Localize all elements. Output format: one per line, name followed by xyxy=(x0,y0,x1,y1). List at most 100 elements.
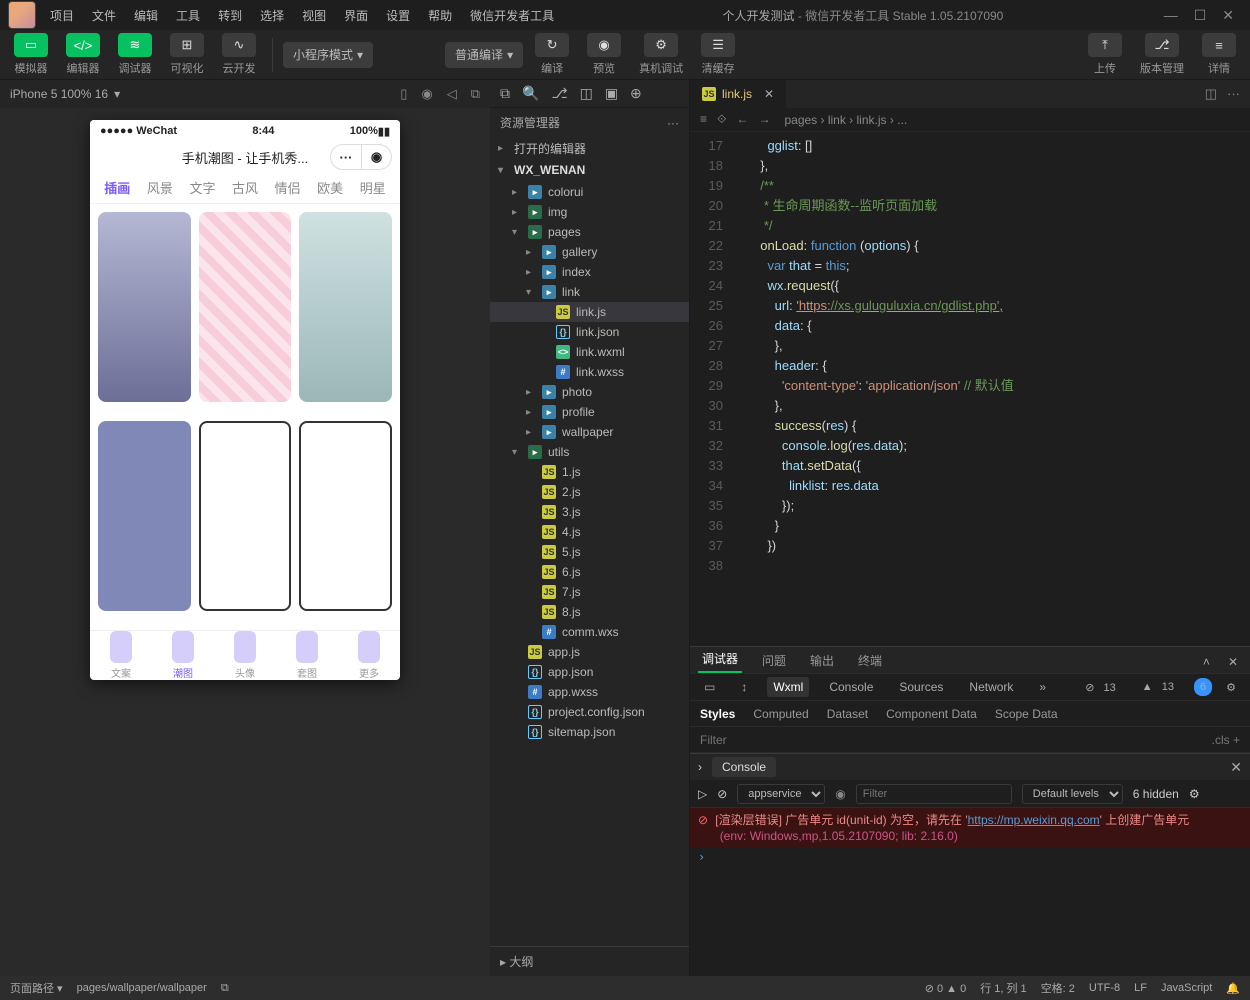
thumbnail[interactable] xyxy=(199,421,292,611)
copy-icon[interactable]: ⧉ xyxy=(471,86,480,102)
tree-item[interactable]: ▾▸utils xyxy=(490,442,689,462)
breadcrumb-path[interactable]: pages › link › link.js › ... xyxy=(784,113,907,127)
forward-icon[interactable]: → xyxy=(758,112,770,127)
more-panels-icon[interactable]: » xyxy=(1033,677,1052,697)
console-prompt[interactable]: › xyxy=(690,848,1250,866)
category-tab[interactable]: 文字 xyxy=(181,178,224,197)
inspect-icon[interactable]: ↕ xyxy=(735,677,753,697)
nav-item[interactable]: 头像 xyxy=(214,631,276,680)
category-tab[interactable]: 明星 xyxy=(351,178,394,197)
collapse-icon[interactable]: ˄ xyxy=(1199,651,1214,673)
project-root[interactable]: ▾WX_WENAN xyxy=(490,160,689,180)
app-mode-select[interactable]: 小程序模式▾ xyxy=(283,42,373,68)
upload-button[interactable]: ⤒上传 xyxy=(1082,31,1128,78)
menu-编辑[interactable]: 编辑 xyxy=(126,3,166,28)
close-icon[interactable]: ✕ xyxy=(1230,759,1242,775)
tree-item[interactable]: JS3.js xyxy=(490,502,689,522)
tree-item[interactable]: JS6.js xyxy=(490,562,689,582)
preview-button[interactable]: ◉预览 xyxy=(581,31,627,78)
tree-item[interactable]: JS1.js xyxy=(490,462,689,482)
code-editor[interactable]: 1718192021222324252627282930313233343536… xyxy=(690,132,1250,646)
copy-route-icon[interactable]: ⧉ xyxy=(221,982,229,995)
tree-item[interactable]: {}project.config.json xyxy=(490,702,689,722)
tree-item[interactable]: JS2.js xyxy=(490,482,689,502)
search-icon[interactable]: 🔍 xyxy=(522,85,539,102)
split-editor-icon[interactable]: ◫ xyxy=(1205,86,1217,102)
info-count[interactable]: 6 xyxy=(1194,678,1212,696)
thumbnail[interactable] xyxy=(98,421,191,611)
menu-界面[interactable]: 界面 xyxy=(336,3,376,28)
style-subtab[interactable]: Styles xyxy=(700,707,735,721)
close-icon[interactable]: ✕ xyxy=(1222,7,1234,24)
collapse-icon[interactable]: ≡ xyxy=(700,112,707,127)
user-avatar[interactable] xyxy=(8,1,36,29)
tree-item[interactable]: #app.wxss xyxy=(490,682,689,702)
debugger-tab[interactable]: 输出 xyxy=(806,648,838,673)
play-icon[interactable]: ▷ xyxy=(698,787,707,801)
language-label[interactable]: JavaScript xyxy=(1161,982,1212,994)
device-select[interactable]: iPhone 5 100% 16 xyxy=(10,87,108,101)
console-tab[interactable]: Console xyxy=(712,757,777,777)
clear-icon[interactable]: ⊘ xyxy=(717,787,727,801)
debugger-tab[interactable]: 调试器 xyxy=(698,646,742,673)
devtools-panel-tab[interactable]: Wxml xyxy=(767,677,809,697)
target-icon[interactable]: ◉ xyxy=(361,145,391,169)
nav-item[interactable]: 套图 xyxy=(276,631,338,680)
detail-button[interactable]: ≡详情 xyxy=(1196,31,1242,78)
gear-icon[interactable]: ⚙ xyxy=(1189,787,1200,801)
bell-icon[interactable]: 🔔 xyxy=(1226,982,1240,995)
version-button[interactable]: ⎇版本管理 xyxy=(1134,31,1190,78)
chevron-down-icon[interactable]: ▾ xyxy=(114,87,120,101)
context-select[interactable]: appservice xyxy=(737,784,825,804)
style-subtab[interactable]: Dataset xyxy=(827,707,868,721)
levels-select[interactable]: Default levels xyxy=(1022,784,1123,804)
git-icon[interactable]: ⎇ xyxy=(551,85,567,102)
tree-item[interactable]: JS8.js xyxy=(490,602,689,622)
error-count[interactable]: ⊘ 13 xyxy=(1079,678,1128,697)
category-tab[interactable]: 古风 xyxy=(224,178,267,197)
inspect-icon[interactable]: ▭ xyxy=(698,677,721,697)
compile-mode-select[interactable]: 普通编译▾ xyxy=(445,42,523,68)
code-body[interactable]: gglist: [] }, /** * 生命周期函数--监听页面加载 */ on… xyxy=(745,132,1250,646)
tree-item[interactable]: ▸▸colorui xyxy=(490,182,689,202)
tree-item[interactable]: #link.wxss xyxy=(490,362,689,382)
minimize-icon[interactable]: — xyxy=(1164,7,1178,24)
encoding-label[interactable]: UTF-8 xyxy=(1089,982,1120,994)
category-tab[interactable]: 风景 xyxy=(139,178,182,197)
menu-文件[interactable]: 文件 xyxy=(84,3,124,28)
devtools-panel-tab[interactable]: Sources xyxy=(893,677,949,697)
nav-item[interactable]: 文案 xyxy=(90,631,152,680)
close-icon[interactable]: ✕ xyxy=(1224,651,1242,673)
filter-input[interactable] xyxy=(700,733,855,747)
menu-设置[interactable]: 设置 xyxy=(378,3,418,28)
devtools-panel-tab[interactable]: Console xyxy=(823,677,879,697)
tree-item[interactable]: ▸▸wallpaper xyxy=(490,422,689,442)
category-tab[interactable]: 插画 xyxy=(96,178,139,197)
phone-capsule[interactable]: ··· ◉ xyxy=(330,144,392,170)
maximize-icon[interactable]: ☐ xyxy=(1194,7,1207,24)
issues-icons[interactable]: ⊘ 0 ▲ 0 xyxy=(925,982,967,995)
menu-项目[interactable]: 项目 xyxy=(42,3,82,28)
tree-item[interactable]: {}link.json xyxy=(490,322,689,342)
editor-button[interactable]: </>编辑器 xyxy=(60,31,106,78)
thumbnail[interactable] xyxy=(199,212,292,402)
record-icon[interactable]: ◉ xyxy=(421,86,432,102)
menu-选择[interactable]: 选择 xyxy=(252,3,292,28)
tree-item[interactable]: {}sitemap.json xyxy=(490,722,689,742)
tree-item[interactable]: ▸▸img xyxy=(490,202,689,222)
real-device-button[interactable]: ⚙真机调试 xyxy=(633,31,689,78)
route-label[interactable]: 页面路径 ▾ xyxy=(10,980,63,996)
tree-item[interactable]: ▸▸profile xyxy=(490,402,689,422)
hidden-count[interactable]: 6 hidden xyxy=(1133,787,1179,801)
menu-icon[interactable]: ··· xyxy=(331,145,361,169)
cursor-position[interactable]: 行 1, 列 1 xyxy=(980,980,1026,996)
thumbnail[interactable] xyxy=(98,212,191,402)
style-subtab[interactable]: Scope Data xyxy=(995,707,1058,721)
outline-section[interactable]: ▸ 大纲 xyxy=(490,946,689,976)
error-link[interactable]: https://mp.weixin.qq.com xyxy=(968,813,1100,827)
thumbnail[interactable] xyxy=(299,212,392,402)
route-value[interactable]: pages/wallpaper/wallpaper xyxy=(77,982,207,994)
tree-item[interactable]: ▸▸gallery xyxy=(490,242,689,262)
tree-item[interactable]: JSlink.js xyxy=(490,302,689,322)
compile-button[interactable]: ↻编译 xyxy=(529,31,575,78)
